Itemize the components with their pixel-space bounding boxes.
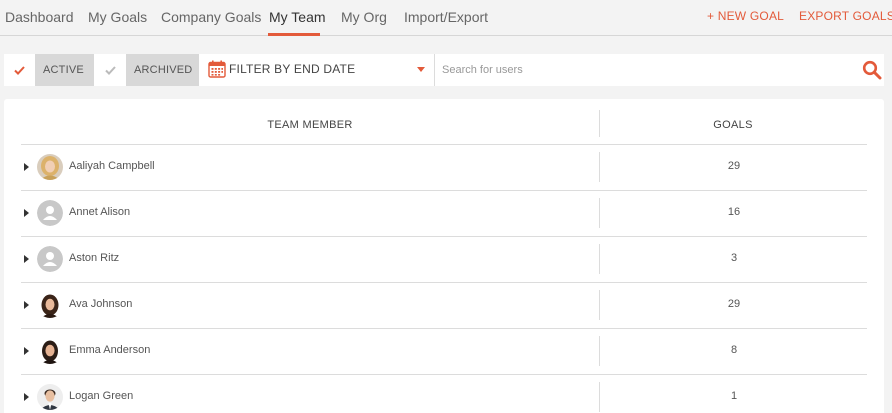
avatar xyxy=(37,292,63,318)
end-date-filter-dropdown[interactable]: FILTER BY END DATE xyxy=(203,54,435,86)
member-name[interactable]: Aaliyah Campbell xyxy=(69,160,155,172)
search-users-input[interactable] xyxy=(442,60,842,80)
table-row[interactable]: Ava Johnson 29 xyxy=(21,282,867,328)
calendar-icon xyxy=(208,60,226,78)
goal-count: 16 xyxy=(727,206,741,218)
member-name[interactable]: Aston Ritz xyxy=(69,252,119,264)
column-divider xyxy=(599,336,600,366)
search-icon[interactable] xyxy=(862,60,882,80)
expand-caret-icon[interactable] xyxy=(24,301,29,309)
checkmark-icon xyxy=(104,65,116,75)
checkmark-icon xyxy=(14,65,25,75)
filter-divider xyxy=(434,54,435,86)
tab-dashboard[interactable]: Dashboard xyxy=(5,9,74,25)
archived-checkbox[interactable] xyxy=(94,54,126,86)
filter-bar: ACTIVE ARCHIVED FILTER BY END DATE xyxy=(4,54,884,86)
avatar-photo-icon xyxy=(37,292,63,318)
column-header-goals: GOALS xyxy=(713,119,753,131)
avatar-photo-icon xyxy=(37,154,63,180)
tab-my-org[interactable]: My Org xyxy=(341,9,387,25)
column-divider xyxy=(599,244,600,274)
active-checkbox[interactable] xyxy=(4,54,35,86)
avatar xyxy=(37,200,63,226)
date-filter-label: FILTER BY END DATE xyxy=(229,62,356,76)
column-divider xyxy=(599,290,600,320)
active-filter-toggle[interactable]: ACTIVE xyxy=(35,54,94,86)
expand-caret-icon[interactable] xyxy=(24,347,29,355)
member-name[interactable]: Annet Alison xyxy=(69,206,130,218)
team-table: TEAM MEMBER GOALS Aaliyah Campbell 29 An… xyxy=(4,99,884,413)
user-placeholder-icon xyxy=(37,246,63,272)
expand-caret-icon[interactable] xyxy=(24,209,29,217)
user-placeholder-icon xyxy=(37,200,63,226)
tab-my-goals[interactable]: My Goals xyxy=(88,9,147,25)
avatar xyxy=(37,384,63,410)
active-tab-indicator xyxy=(268,33,320,36)
goal-count: 1 xyxy=(730,390,738,402)
tab-my-team[interactable]: My Team xyxy=(269,9,326,25)
goal-count: 8 xyxy=(730,344,738,356)
table-row[interactable]: Emma Anderson 8 xyxy=(21,328,867,374)
tab-import-export[interactable]: Import/Export xyxy=(404,9,488,25)
avatar xyxy=(37,154,63,180)
goal-count: 29 xyxy=(727,160,741,172)
column-divider xyxy=(599,110,600,137)
export-goals-button[interactable]: EXPORT GOALS xyxy=(799,9,892,23)
avatar xyxy=(37,246,63,272)
table-row[interactable]: Aston Ritz 3 xyxy=(21,236,867,282)
column-divider xyxy=(599,152,600,182)
table-row[interactable]: Aaliyah Campbell 29 xyxy=(21,144,867,190)
column-divider xyxy=(599,198,600,228)
expand-caret-icon[interactable] xyxy=(24,163,29,171)
table-row[interactable]: Annet Alison 16 xyxy=(21,190,867,236)
archived-filter-toggle[interactable]: ARCHIVED xyxy=(126,54,199,86)
member-name[interactable]: Logan Green xyxy=(69,390,133,402)
goal-count: 29 xyxy=(727,298,741,310)
avatar-photo-icon xyxy=(37,338,63,364)
goal-count: 3 xyxy=(730,252,738,264)
member-name[interactable]: Emma Anderson xyxy=(69,344,150,356)
top-navigation: Dashboard My Goals Company Goals My Team… xyxy=(0,0,892,36)
member-name[interactable]: Ava Johnson xyxy=(69,298,132,310)
avatar-photo-icon xyxy=(37,384,63,410)
column-divider xyxy=(599,382,600,412)
archived-filter-label: ARCHIVED xyxy=(134,64,193,76)
caret-down-icon xyxy=(417,67,425,72)
column-header-team-member: TEAM MEMBER xyxy=(267,119,353,131)
table-row[interactable]: Logan Green 1 xyxy=(21,374,867,413)
active-filter-label: ACTIVE xyxy=(43,64,84,76)
expand-caret-icon[interactable] xyxy=(24,255,29,263)
expand-caret-icon[interactable] xyxy=(24,393,29,401)
tab-company-goals[interactable]: Company Goals xyxy=(161,9,261,25)
new-goal-button[interactable]: + NEW GOAL xyxy=(707,9,784,23)
avatar xyxy=(37,338,63,364)
